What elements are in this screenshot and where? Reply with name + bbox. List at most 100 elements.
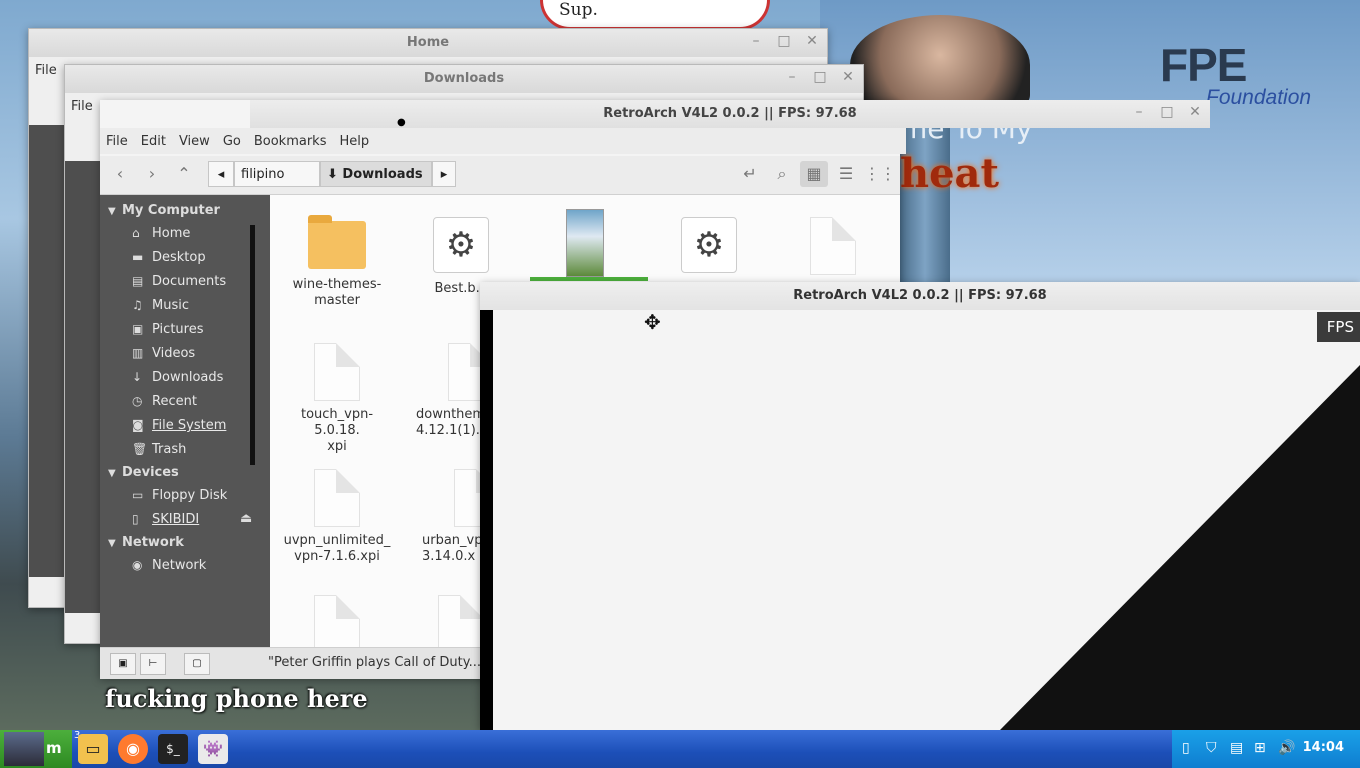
sidebar-item-file-system[interactable]: ◙ File System bbox=[132, 418, 226, 433]
sidebar-item-recent[interactable]: ◷ Recent bbox=[132, 394, 197, 409]
compact-view-icon[interactable]: ⋮⋮ bbox=[864, 161, 896, 187]
menu-file[interactable]: File bbox=[106, 134, 128, 149]
logo-small-text: Foundation bbox=[1206, 86, 1312, 109]
firefox-icon[interactable]: ◉ bbox=[118, 734, 148, 764]
crumb-filipino[interactable]: filipino bbox=[234, 161, 320, 187]
videos-icon: ▥ bbox=[132, 346, 144, 360]
maximize-button[interactable]: □ bbox=[777, 33, 791, 49]
up-icon[interactable]: ⌃ bbox=[170, 161, 198, 187]
retroarch-back-title: RetroArch V4L2 0.0.2 || FPS: 97.68 bbox=[603, 106, 857, 121]
terminal-icon[interactable]: $_ bbox=[158, 734, 188, 764]
show-tree-button[interactable]: ⊢ bbox=[140, 653, 166, 675]
menu-file[interactable]: File bbox=[35, 63, 57, 78]
retroarch-back-titlebar[interactable]: RetroArch V4L2 0.0.2 || FPS: 97.68 – □ ✕ bbox=[250, 100, 1210, 128]
crumb-downloads-label: Downloads bbox=[342, 167, 423, 182]
menu-view[interactable]: View bbox=[179, 134, 210, 149]
close-button[interactable]: ✕ bbox=[841, 69, 855, 85]
section-network[interactable]: ▼ Network bbox=[108, 535, 184, 550]
file-item[interactable]: wine-themes- master bbox=[282, 215, 392, 309]
drive-icon: ◙ bbox=[132, 418, 144, 432]
video-thumbnail bbox=[566, 209, 604, 277]
document-icon bbox=[314, 469, 360, 527]
sidebar-item-home[interactable]: ⌂ Home bbox=[132, 226, 190, 241]
sidebar-item-desktop[interactable]: ▬ Desktop bbox=[132, 250, 206, 265]
sidebar-scrollbar[interactable] bbox=[250, 225, 255, 465]
maximize-button[interactable]: □ bbox=[1160, 104, 1174, 120]
volume-icon[interactable]: 🔊 bbox=[1278, 740, 1295, 756]
sidebar-item-floppy[interactable]: ▭ Floppy Disk bbox=[132, 488, 227, 503]
crumb-downloads[interactable]: ⬇ Downloads bbox=[320, 161, 432, 187]
wallpaper-sup-badge: Sup. bbox=[540, 0, 770, 30]
start-button[interactable]: m bbox=[0, 730, 72, 768]
system-tray: ▯ ⛉ ▤ ⊞ 🔊 14:04 bbox=[1172, 730, 1360, 768]
gear-icon: ⚙ bbox=[433, 217, 489, 273]
file-item[interactable] bbox=[778, 217, 888, 281]
fps-overlay: FPS bbox=[1316, 312, 1360, 342]
documents-icon: ▤ bbox=[132, 274, 144, 288]
close-button[interactable]: ✕ bbox=[1188, 104, 1202, 120]
pictures-icon: ▣ bbox=[132, 322, 144, 336]
sidebar-item-pictures[interactable]: ▣ Pictures bbox=[132, 322, 203, 337]
file-item[interactable] bbox=[530, 209, 648, 281]
file-item[interactable]: ⚙ bbox=[654, 217, 764, 281]
file-item[interactable]: touch_vpn-5.0.18. xpi bbox=[282, 343, 392, 455]
shield-icon[interactable]: ⛉ bbox=[1206, 740, 1217, 756]
menu-edit[interactable]: Edit bbox=[141, 134, 166, 149]
updates-icon[interactable]: ▤ bbox=[1230, 740, 1243, 756]
sidebar-item-skibidi[interactable]: ▯ SKIBIDI bbox=[132, 512, 199, 527]
downloads-sidebar bbox=[65, 161, 105, 613]
sidebar-item-documents[interactable]: ▤ Documents bbox=[132, 274, 226, 289]
menu-file[interactable]: File bbox=[71, 99, 93, 114]
network-status-icon[interactable]: ⊞ bbox=[1254, 740, 1266, 756]
downloads-title: Downloads bbox=[423, 71, 505, 86]
recent-icon: ◷ bbox=[132, 394, 143, 408]
section-devices[interactable]: ▼ Devices bbox=[108, 465, 179, 480]
home-titlebar[interactable]: Home – □ ✕ bbox=[29, 29, 827, 57]
hide-sidebar-button[interactable]: ▢ bbox=[184, 653, 210, 675]
crumb-left-arrow[interactable]: ◂ bbox=[208, 161, 234, 187]
gear-icon: ⚙ bbox=[681, 217, 737, 273]
retroarch-window-front[interactable]: RetroArch V4L2 0.0.2 || FPS: 97.68 FPS bbox=[480, 282, 1360, 730]
downloads-titlebar[interactable]: Downloads – □ ✕ bbox=[65, 65, 863, 93]
toggle-location-icon[interactable]: ↵ bbox=[736, 161, 764, 187]
files-icon[interactable]: ▭ bbox=[78, 734, 108, 764]
minimize-button[interactable]: – bbox=[749, 33, 763, 49]
grid-view-icon[interactable]: ▦ bbox=[800, 161, 828, 187]
forward-icon[interactable]: › bbox=[138, 161, 166, 187]
retroarch-window-back[interactable]: RetroArch V4L2 0.0.2 || FPS: 97.68 – □ ✕ bbox=[250, 100, 1210, 128]
retroarch-icon[interactable]: 👾 bbox=[198, 734, 228, 764]
download-arrow-icon: ⬇ bbox=[327, 167, 343, 182]
document-icon bbox=[438, 595, 484, 653]
minimize-button[interactable]: – bbox=[785, 69, 799, 85]
retroarch-left-border bbox=[480, 310, 493, 730]
file-manager-toolbar: ‹ › ⌃ ◂ filipino ⬇ Downloads ▸ ↵ ⌕ ▦ ☰ ⋮… bbox=[100, 156, 900, 195]
search-icon[interactable]: ⌕ bbox=[768, 161, 796, 187]
back-icon[interactable]: ‹ bbox=[106, 161, 134, 187]
crumb-right-arrow[interactable]: ▸ bbox=[432, 161, 456, 187]
close-button[interactable]: ✕ bbox=[805, 33, 819, 49]
start-label: m bbox=[46, 739, 62, 757]
file-item[interactable]: uvpn_unlimited_ vpn-7.1.6.xpi bbox=[282, 469, 392, 565]
home-icon: ⌂ bbox=[132, 226, 140, 240]
minimize-button[interactable]: – bbox=[1132, 104, 1146, 120]
menu-bookmarks[interactable]: Bookmarks bbox=[254, 134, 327, 149]
section-my-computer[interactable]: ▼ My Computer bbox=[108, 203, 220, 218]
floppy-icon: ▭ bbox=[132, 488, 144, 502]
sidebar-item-trash[interactable]: 🗑 Trash bbox=[132, 442, 186, 457]
clock[interactable]: 14:04 bbox=[1303, 740, 1344, 755]
sidebar-item-network[interactable]: ◉ Network bbox=[132, 558, 206, 573]
retroarch-video-area[interactable] bbox=[493, 310, 1360, 730]
sidebar-item-downloads[interactable]: ↓ Downloads bbox=[132, 370, 223, 385]
wallpaper-fire-text: heat bbox=[900, 150, 999, 197]
retroarch-front-titlebar[interactable]: RetroArch V4L2 0.0.2 || FPS: 97.68 bbox=[480, 282, 1360, 310]
clipboard-icon[interactable]: ▯ bbox=[1182, 740, 1190, 756]
sidebar-item-music[interactable]: ♫ Music bbox=[132, 298, 189, 313]
music-icon: ♫ bbox=[132, 298, 143, 312]
menu-help[interactable]: Help bbox=[339, 134, 369, 149]
eject-icon[interactable]: ⏏ bbox=[240, 511, 252, 526]
sidebar-item-videos[interactable]: ▥ Videos bbox=[132, 346, 195, 361]
list-view-icon[interactable]: ☰ bbox=[832, 161, 860, 187]
menu-go[interactable]: Go bbox=[223, 134, 241, 149]
maximize-button[interactable]: □ bbox=[813, 69, 827, 85]
show-places-button[interactable]: ▣ bbox=[110, 653, 136, 675]
